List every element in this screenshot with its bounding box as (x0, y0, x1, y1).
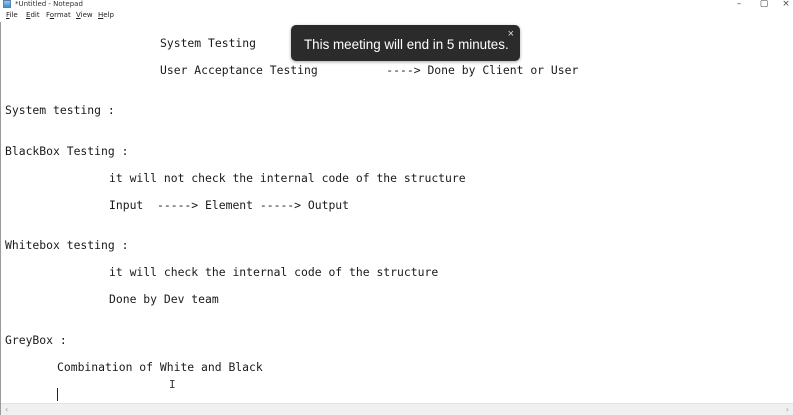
toast-message: This meeting will end in 5 minutes. (304, 37, 509, 52)
text-caret (57, 388, 58, 401)
editor-line: Combination of White and Black (57, 360, 263, 374)
editor-line: System testing : (5, 103, 115, 117)
toast-close-icon[interactable]: × (508, 28, 514, 40)
horizontal-scrollbar[interactable]: ‹ › (1, 403, 793, 415)
menu-edit[interactable]: Edit (26, 11, 40, 20)
scroll-right-icon[interactable]: › (786, 404, 789, 415)
editor-line: System Testing (160, 36, 257, 50)
editor-line: Input -----> Element -----> Output (109, 198, 350, 212)
minimize-button[interactable]: – (732, 0, 746, 9)
window-title: *Untitled - Notepad (15, 0, 83, 8)
text-editor-area[interactable]: System Testing User Acceptance Testing -… (1, 22, 793, 403)
menu-help[interactable]: Help (98, 11, 114, 20)
editor-line: BlackBox Testing : (5, 144, 129, 158)
editor-line: Done by Dev team (109, 292, 219, 306)
ibeam-cursor-icon: I (169, 378, 176, 391)
menu-view[interactable]: View (76, 11, 93, 20)
menu-file[interactable]: File (6, 11, 18, 20)
scroll-left-icon[interactable]: ‹ (5, 404, 8, 415)
menu-format[interactable]: Format (46, 11, 71, 20)
maximize-button[interactable]: ▢ (757, 0, 771, 9)
notepad-icon (3, 0, 11, 8)
menu-bar: File Edit Format View Help (0, 10, 793, 22)
editor-line: GreyBox : (5, 333, 67, 347)
editor-line: it will check the internal code of the s… (109, 265, 439, 279)
close-window-button[interactable]: × (779, 0, 793, 9)
title-bar[interactable]: *Untitled - Notepad – ▢ × (0, 0, 793, 10)
editor-line: User Acceptance Testing ----> Done by Cl… (160, 63, 579, 77)
editor-line: Whitebox testing : (5, 238, 129, 252)
editor-line: it will not check the internal code of t… (109, 171, 466, 185)
meeting-notification-toast[interactable]: This meeting will end in 5 minutes. × (291, 25, 520, 61)
